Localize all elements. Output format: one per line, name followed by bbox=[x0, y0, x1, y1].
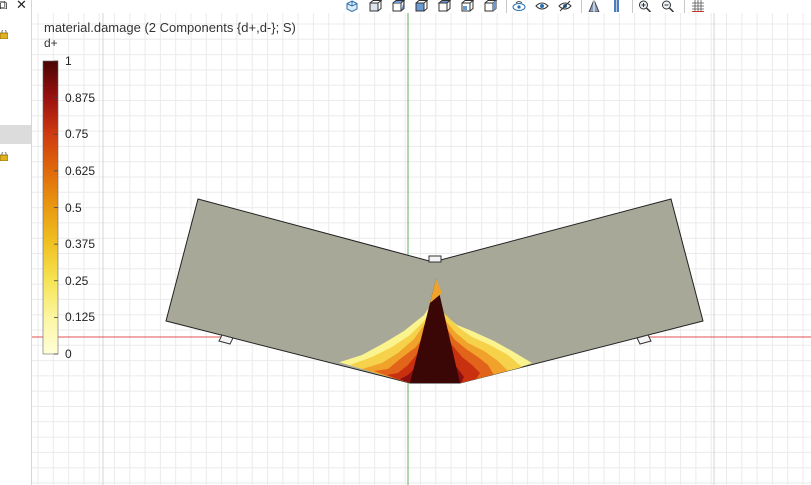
graphics-window[interactable]: material.damage (2 Components {d+,d-}; S… bbox=[32, 13, 811, 485]
close-window-icon[interactable]: ✕ bbox=[16, 0, 27, 12]
plot-canvas[interactable] bbox=[32, 13, 811, 485]
view-left-icon[interactable] bbox=[483, 0, 497, 12]
colorbar-tick-label: 0.625 bbox=[65, 163, 96, 178]
colorbar-tick-label: 0.75 bbox=[65, 127, 89, 142]
lock-icon bbox=[0, 152, 8, 161]
toolbar-separator bbox=[632, 0, 633, 13]
tree-item-selected[interactable] bbox=[0, 125, 31, 144]
toolbar-separator bbox=[581, 0, 582, 13]
view-xy-icon[interactable] bbox=[368, 0, 382, 12]
transparency-icon[interactable] bbox=[587, 0, 601, 12]
scene-light-icon[interactable] bbox=[512, 0, 526, 12]
colorbar-label: d+ bbox=[44, 36, 58, 50]
render-icon[interactable] bbox=[610, 0, 624, 12]
view-cube-icon[interactable] bbox=[345, 0, 359, 12]
colorbar-tick-label: 0.25 bbox=[65, 273, 89, 288]
colorbar-tick-label: 0.125 bbox=[65, 310, 96, 325]
restore-window-icon[interactable]: ⧉ bbox=[0, 0, 7, 12]
load-point[interactable] bbox=[428, 255, 442, 263]
zoom-in-icon[interactable] bbox=[638, 0, 652, 12]
colorbar-tick-label: 0 bbox=[65, 347, 72, 361]
view-back-icon[interactable] bbox=[460, 0, 474, 12]
colorbar-tick-label: 0.875 bbox=[65, 90, 96, 105]
hide-icon[interactable] bbox=[558, 0, 572, 12]
show-icon[interactable] bbox=[535, 0, 549, 12]
toolbar-separator bbox=[684, 0, 685, 13]
colorbar-tick-label: 0.5 bbox=[65, 200, 82, 215]
model-tree-panel: ⧉ ✕ bbox=[0, 0, 32, 485]
view-front-icon[interactable] bbox=[437, 0, 451, 12]
background-grid bbox=[32, 13, 811, 485]
plot-title: material.damage (2 Components {d+,d-}; S… bbox=[44, 20, 296, 35]
view-zx-icon[interactable] bbox=[414, 0, 428, 12]
graphics-toolbar bbox=[340, 0, 811, 13]
lock-icon bbox=[0, 30, 8, 39]
grid-icon[interactable] bbox=[691, 0, 705, 12]
view-yz-icon[interactable] bbox=[391, 0, 405, 12]
colorbar-tick-label: 1 bbox=[65, 54, 72, 68]
zoom-out-icon[interactable] bbox=[661, 0, 675, 12]
colorbar-tick-label: 0.375 bbox=[65, 237, 96, 252]
toolbar-separator bbox=[506, 0, 507, 13]
